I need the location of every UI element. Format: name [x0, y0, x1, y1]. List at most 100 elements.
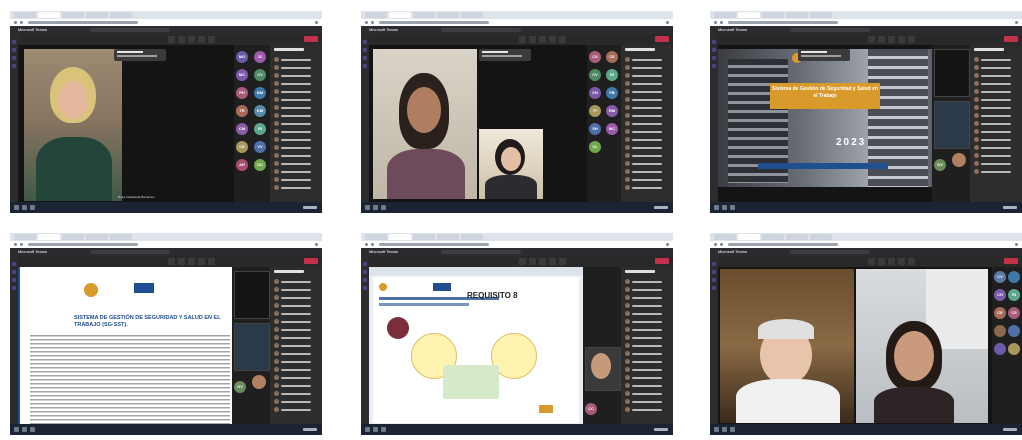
people-button[interactable] [178, 36, 185, 43]
browser-tab[interactable] [86, 234, 108, 240]
list-item[interactable] [974, 89, 1018, 94]
list-item[interactable] [625, 129, 669, 134]
start-icon[interactable] [14, 205, 19, 210]
browser-tab[interactable] [389, 234, 411, 240]
chat-button[interactable] [868, 258, 875, 265]
list-item[interactable] [625, 335, 669, 340]
list-item[interactable] [274, 383, 318, 388]
mic-button[interactable] [208, 258, 215, 265]
people-button[interactable] [178, 258, 185, 265]
browser-tab[interactable] [86, 12, 108, 18]
list-item[interactable] [625, 185, 669, 190]
taskbar-app-icon[interactable] [722, 205, 727, 210]
react-button[interactable] [539, 36, 546, 43]
list-item[interactable] [274, 129, 318, 134]
list-item[interactable] [274, 351, 318, 356]
taskbar-app-icon[interactable] [22, 427, 27, 432]
leave-button[interactable] [1004, 258, 1018, 264]
notification-toast[interactable] [479, 49, 531, 61]
camera-button[interactable] [898, 258, 905, 265]
list-item[interactable] [974, 129, 1018, 134]
list-item[interactable] [625, 161, 669, 166]
list-item[interactable] [625, 169, 669, 174]
react-button[interactable] [188, 258, 195, 265]
list-item[interactable] [274, 161, 318, 166]
react-button[interactable] [888, 258, 895, 265]
list-item[interactable] [274, 391, 318, 396]
list-item[interactable] [274, 145, 318, 150]
browser-tab[interactable] [786, 234, 808, 240]
list-item[interactable] [274, 295, 318, 300]
list-item[interactable] [274, 65, 318, 70]
browser-tab[interactable] [413, 12, 435, 18]
list-item[interactable] [274, 57, 318, 62]
list-item[interactable] [625, 105, 669, 110]
chat-button[interactable] [519, 36, 526, 43]
taskbar-app-icon[interactable] [373, 205, 378, 210]
list-item[interactable] [974, 65, 1018, 70]
browser-tab[interactable] [762, 234, 784, 240]
camera-button[interactable] [549, 258, 556, 265]
camera-button[interactable] [198, 258, 205, 265]
browser-tab[interactable] [738, 12, 760, 18]
list-item[interactable] [625, 327, 669, 332]
taskbar-app-icon[interactable] [30, 427, 35, 432]
browser-tab[interactable] [389, 12, 411, 18]
taskbar-app-icon[interactable] [730, 205, 735, 210]
browser-tab[interactable] [62, 12, 84, 18]
browser-tab[interactable] [62, 234, 84, 240]
search-input[interactable] [441, 250, 521, 254]
leave-button[interactable] [304, 258, 318, 264]
list-item[interactable] [274, 375, 318, 380]
browser-tab[interactable] [413, 234, 435, 240]
list-item[interactable] [974, 121, 1018, 126]
list-item[interactable] [625, 177, 669, 182]
list-item[interactable] [974, 113, 1018, 118]
list-item[interactable] [274, 367, 318, 372]
browser-tab[interactable] [110, 12, 132, 18]
browser-tab[interactable] [437, 12, 459, 18]
taskbar-app-icon[interactable] [381, 427, 386, 432]
list-item[interactable] [974, 137, 1018, 142]
list-item[interactable] [625, 89, 669, 94]
list-item[interactable] [974, 153, 1018, 158]
search-input[interactable] [790, 28, 870, 32]
list-item[interactable] [274, 343, 318, 348]
list-item[interactable] [974, 73, 1018, 78]
list-item[interactable] [625, 153, 669, 158]
start-icon[interactable] [365, 427, 370, 432]
list-item[interactable] [274, 169, 318, 174]
browser-tab[interactable] [38, 12, 60, 18]
list-item[interactable] [625, 145, 669, 150]
people-button[interactable] [529, 36, 536, 43]
list-item[interactable] [274, 105, 318, 110]
list-item[interactable] [274, 185, 318, 190]
list-item[interactable] [274, 137, 318, 142]
list-item[interactable] [974, 81, 1018, 86]
browser-tab[interactable] [14, 234, 36, 240]
mic-button[interactable] [559, 36, 566, 43]
browser-tab[interactable] [14, 12, 36, 18]
list-item[interactable] [274, 399, 318, 404]
list-item[interactable] [625, 287, 669, 292]
leave-button[interactable] [304, 36, 318, 42]
list-item[interactable] [625, 137, 669, 142]
taskbar-app-icon[interactable] [722, 427, 727, 432]
list-item[interactable] [974, 145, 1018, 150]
list-item[interactable] [625, 407, 669, 412]
list-item[interactable] [625, 399, 669, 404]
taskbar-app-icon[interactable] [22, 205, 27, 210]
taskbar-app-icon[interactable] [381, 205, 386, 210]
list-item[interactable] [274, 279, 318, 284]
browser-tab[interactable] [738, 234, 760, 240]
mic-button[interactable] [559, 258, 566, 265]
list-item[interactable] [274, 319, 318, 324]
list-item[interactable] [274, 335, 318, 340]
browser-tab[interactable] [110, 234, 132, 240]
list-item[interactable] [274, 89, 318, 94]
list-item[interactable] [274, 121, 318, 126]
notification-toast[interactable] [114, 49, 166, 61]
search-input[interactable] [90, 28, 170, 32]
browser-tab[interactable] [461, 234, 483, 240]
list-item[interactable] [274, 113, 318, 118]
